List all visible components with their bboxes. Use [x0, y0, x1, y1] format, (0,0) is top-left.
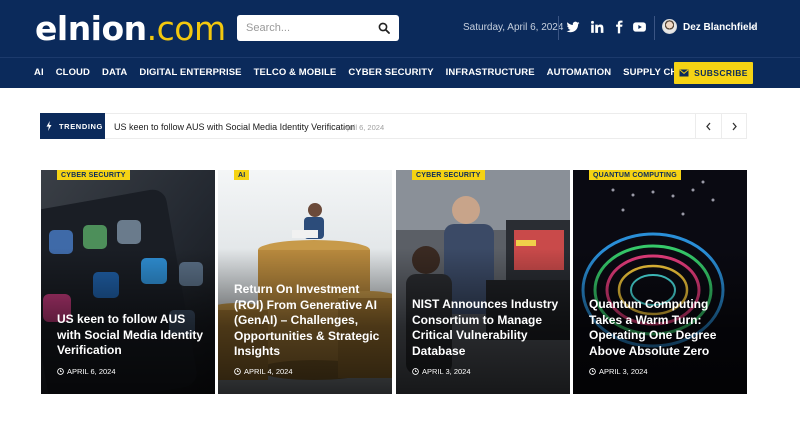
trending-tag: TRENDING	[40, 113, 105, 139]
clock-icon	[412, 368, 419, 375]
image-overlay	[41, 170, 215, 394]
article-title[interactable]: Return On Investment (ROI) From Generati…	[234, 282, 384, 360]
subscribe-button[interactable]: SUBSCRIBE	[674, 62, 753, 84]
search-box[interactable]	[237, 15, 399, 41]
next-button[interactable]	[721, 113, 747, 139]
article-card[interactable]: QUANTUM COMPUTING Quantum Computing Take…	[573, 170, 747, 394]
article-card[interactable]: CYBER SECURITY NIST Announces Industry C…	[396, 170, 570, 394]
divider	[558, 16, 559, 40]
search-icon[interactable]	[378, 22, 390, 34]
envelope-icon	[679, 69, 689, 77]
nav-item-automation[interactable]: AUTOMATION	[547, 67, 612, 78]
image-overlay	[573, 170, 747, 394]
chevron-left-icon	[706, 122, 711, 130]
article-title[interactable]: NIST Announces Industry Consortium to Ma…	[412, 297, 562, 359]
twitter-icon[interactable]	[566, 20, 580, 34]
article-title[interactable]: US keen to follow AUS with Social Media …	[57, 312, 207, 359]
trending-headline[interactable]: US keen to follow AUS with Social Media …	[114, 122, 355, 132]
chevron-right-icon	[732, 122, 737, 130]
trending-label: TRENDING	[59, 121, 103, 131]
article-date-text: APRIL 3, 2024	[599, 367, 648, 376]
article-title[interactable]: Quantum Computing Takes a Warm Turn: Ope…	[589, 297, 739, 359]
nav-item-cloud[interactable]: CLOUD	[56, 67, 90, 78]
category-badge[interactable]: QUANTUM COMPUTING	[589, 170, 681, 180]
avatar[interactable]	[662, 19, 677, 34]
image-overlay	[396, 170, 570, 394]
nav-item-telco-mobile[interactable]: TELCO & MOBILE	[254, 67, 337, 78]
article-date: APRIL 6, 2024	[57, 367, 116, 376]
category-badge[interactable]: CYBER SECURITY	[412, 170, 485, 180]
prev-button[interactable]	[695, 113, 721, 139]
article-date-text: APRIL 3, 2024	[422, 367, 471, 376]
clock-icon	[57, 368, 64, 375]
clock-icon	[234, 368, 241, 375]
category-badge[interactable]: AI	[234, 170, 250, 180]
divider	[654, 16, 655, 40]
trending-bar: TRENDING US keen to follow AUS with Soci…	[40, 113, 747, 139]
youtube-icon[interactable]	[632, 20, 647, 34]
search-input[interactable]	[246, 20, 371, 36]
article-date-text: APRIL 6, 2024	[67, 367, 116, 376]
nav-item-ai[interactable]: AI	[34, 67, 44, 78]
site-logo[interactable]: elnion.com	[35, 10, 226, 48]
chevron-down-icon[interactable]	[749, 24, 756, 31]
category-badge[interactable]: CYBER SECURITY	[57, 170, 130, 180]
subscribe-label: SUBSCRIBE	[694, 68, 748, 78]
logo-text: elnion	[35, 9, 147, 48]
lightning-icon	[46, 121, 52, 131]
article-card[interactable]: CYBER SECURITY US keen to follow AUS wit…	[41, 170, 215, 394]
user-name[interactable]: Dez Blanchfield	[683, 22, 757, 33]
logo-tld: .com	[146, 9, 226, 48]
article-date: APRIL 4, 2024	[234, 367, 293, 376]
article-date: APRIL 3, 2024	[589, 367, 648, 376]
current-date: Saturday, April 6, 2024	[463, 22, 564, 33]
nav-item-data[interactable]: DATA	[102, 67, 127, 78]
linkedin-icon[interactable]	[590, 20, 604, 34]
article-date: APRIL 3, 2024	[412, 367, 471, 376]
trending-date: April 6, 2024	[342, 123, 385, 132]
clock-icon	[589, 368, 596, 375]
site-header: elnion.com Saturday, April 6, 2024 Dez B…	[0, 0, 800, 57]
nav-item-cyber-security[interactable]: CYBER SECURITY	[348, 67, 433, 78]
article-card[interactable]: AI Return On Investment (ROI) From Gener…	[218, 170, 392, 394]
facebook-icon[interactable]	[612, 20, 626, 34]
article-date-text: APRIL 4, 2024	[244, 367, 293, 376]
nav-menu: AI CLOUD DATA DIGITAL ENTERPRISE TELCO &…	[34, 67, 706, 78]
nav-item-digital-enterprise[interactable]: DIGITAL ENTERPRISE	[139, 67, 241, 78]
nav-item-infrastructure[interactable]: INFRASTRUCTURE	[446, 67, 535, 78]
